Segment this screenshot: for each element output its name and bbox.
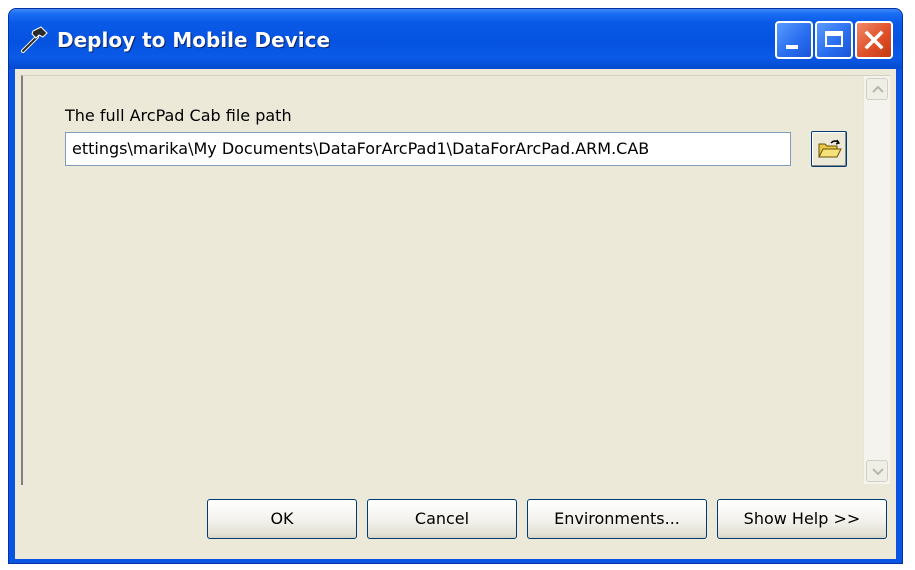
minimize-button[interactable]	[775, 21, 813, 59]
cab-path-label: The full ArcPad Cab file path	[65, 106, 292, 125]
hammer-icon	[21, 26, 48, 53]
title-bar[interactable]: Deploy to Mobile Device	[9, 9, 902, 69]
scroll-down-button[interactable]	[866, 460, 888, 482]
show-help-button[interactable]: Show Help >>	[717, 499, 887, 539]
environments-button[interactable]: Environments...	[527, 499, 707, 539]
scroll-up-button[interactable]	[866, 78, 888, 100]
ok-button[interactable]: OK	[207, 499, 357, 539]
cab-path-value: ettings\marika\My Documents\DataForArcPa…	[72, 139, 650, 158]
cab-path-input[interactable]: ettings\marika\My Documents\DataForArcPa…	[65, 132, 791, 166]
close-icon	[864, 30, 884, 50]
window-title: Deploy to Mobile Device	[57, 28, 331, 52]
parameters-panel: The full ArcPad Cab file path ettings\ma…	[21, 75, 890, 485]
maximize-icon	[825, 31, 843, 47]
cancel-button[interactable]: Cancel	[367, 499, 517, 539]
browse-button[interactable]	[811, 131, 847, 167]
maximize-button[interactable]	[815, 21, 853, 59]
chevron-up-icon	[872, 85, 884, 93]
open-folder-icon	[818, 139, 842, 158]
minimize-icon	[786, 45, 798, 49]
vertical-scrollbar[interactable]	[863, 76, 890, 484]
chevron-down-icon	[872, 468, 884, 476]
close-button[interactable]	[855, 21, 893, 59]
dialog-body: The full ArcPad Cab file path ettings\ma…	[15, 69, 896, 559]
dialog-window: Deploy to Mobile Device The full ArcPad …	[8, 8, 903, 564]
